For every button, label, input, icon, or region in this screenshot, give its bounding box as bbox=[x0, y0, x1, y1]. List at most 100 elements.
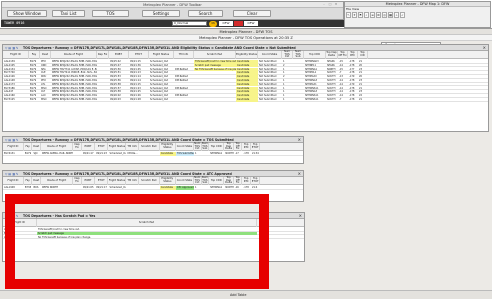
pointer-icon[interactable]: ↖ bbox=[346, 12, 351, 18]
grid-icon[interactable]: ▦ bbox=[388, 12, 393, 18]
column-header[interactable]: Flight ID bbox=[3, 143, 24, 151]
column-header[interactable]: Scratch Pad bbox=[194, 51, 236, 59]
column-header[interactable]: EOBT bbox=[109, 51, 129, 59]
column-header[interactable]: Dep Fix bbox=[73, 143, 82, 151]
column-header[interactable]: Num TOS Sub bbox=[202, 142, 210, 151]
column-header[interactable]: Top CDR bbox=[209, 143, 225, 151]
column-header[interactable]: Flight Status bbox=[108, 177, 127, 185]
column-header[interactable]: Num TOS Sub bbox=[202, 176, 210, 185]
layers-icon[interactable]: ≡ bbox=[370, 12, 375, 18]
column-header[interactable]: Top ETOT bbox=[251, 177, 261, 185]
column-header[interactable]: Coord State bbox=[176, 177, 194, 185]
column-header[interactable]: ETOT bbox=[129, 51, 149, 59]
check-icon[interactable]: ✓ bbox=[400, 12, 405, 18]
column-header[interactable]: Route of Flight bbox=[41, 143, 74, 151]
column-header[interactable]: Dest bbox=[40, 51, 51, 59]
column-header[interactable]: Top RTC bbox=[242, 143, 251, 151]
column-header[interactable]: Top Off Fix bbox=[234, 176, 243, 185]
plane-icon[interactable]: ✈ bbox=[352, 12, 357, 18]
filter-icon[interactable]: ▽ ▤ ◨ ✎ bbox=[5, 172, 18, 176]
bottom-bar: Add Table bbox=[0, 290, 492, 299]
table-cell: 09/21:17 bbox=[96, 186, 107, 189]
status-indicator[interactable]: ON bbox=[209, 20, 217, 27]
column-header[interactable]: Dest bbox=[32, 177, 41, 185]
maximize-icon[interactable]: □ bbox=[328, 3, 332, 6]
column-header[interactable]: Scratch Pad bbox=[139, 143, 160, 151]
table-cell: SPHWNA1 bbox=[210, 152, 223, 155]
table-cell bbox=[174, 98, 194, 102]
column-header[interactable]: Coord State bbox=[176, 143, 194, 151]
table-cell: 21:4 bbox=[251, 186, 258, 189]
settings-button[interactable]: Settings bbox=[142, 10, 180, 17]
column-header[interactable]: Eligibility Status bbox=[236, 51, 258, 59]
column-header[interactable]: Top Dep Delta bbox=[224, 142, 234, 151]
column-header[interactable]: Top CID bbox=[358, 51, 368, 59]
table-cell bbox=[194, 98, 236, 102]
table-cell: DM:Re... bbox=[127, 152, 138, 155]
tos-button[interactable]: TOS bbox=[92, 10, 129, 17]
taxi-list-button[interactable]: Taxi List bbox=[52, 10, 85, 17]
mode-field[interactable]: 0_Normal bbox=[172, 21, 207, 26]
table-row[interactable]: AAL1948 B738 BOS REPW NORTH 09/21:05 09/21:17… bbox=[3, 186, 303, 190]
column-header[interactable]: ETOT bbox=[95, 177, 109, 185]
column-header[interactable]: Flight Status bbox=[149, 51, 174, 59]
column-header[interactable]: TM Info bbox=[174, 51, 194, 59]
column-header[interactable]: Num TOS Cxt bbox=[194, 142, 202, 151]
column-header[interactable]: Top Off Fix bbox=[338, 51, 348, 59]
flag-icon[interactable]: ⚑ bbox=[358, 12, 363, 18]
column-header[interactable]: TM Info bbox=[127, 143, 139, 151]
settings-icon[interactable]: ⚙ bbox=[376, 12, 381, 18]
close-icon[interactable]: ✕ bbox=[334, 3, 338, 6]
show-window-button[interactable]: Show Window bbox=[7, 10, 47, 17]
column-header[interactable]: Route of Flight bbox=[51, 51, 97, 59]
column-header[interactable]: Flight Status bbox=[108, 143, 127, 151]
column-header[interactable]: TM Info bbox=[127, 177, 139, 185]
column-header[interactable]: Dep Fix bbox=[73, 177, 82, 185]
filter-icon[interactable]: ▽ ▤ ◨ ✎ bbox=[5, 138, 18, 142]
column-header[interactable]: Top CDR bbox=[209, 177, 225, 185]
column-header[interactable]: Top ETOT bbox=[251, 143, 261, 151]
column-header[interactable]: Eligibility Status bbox=[160, 143, 176, 151]
table-cell: 21 bbox=[359, 98, 363, 101]
column-header[interactable]: Top RTC bbox=[242, 177, 251, 185]
column-header[interactable]: Flight ID bbox=[3, 51, 29, 59]
filter-icon[interactable]: ▽ ▤ ◨ ✎ bbox=[5, 46, 18, 50]
column-header[interactable]: EOBT bbox=[82, 177, 96, 185]
search-button[interactable]: Search bbox=[188, 10, 223, 17]
map-menu[interactable]: File View bbox=[346, 7, 359, 11]
column-header[interactable]: Top Dep Delta bbox=[224, 176, 234, 185]
column-header[interactable]: Route of Flight bbox=[41, 177, 74, 185]
zoom-icon[interactable]: ⌕ bbox=[364, 12, 369, 18]
airport-label[interactable]: DFW bbox=[219, 21, 233, 26]
column-header[interactable]: Dep Fix bbox=[97, 51, 109, 59]
column-header[interactable]: Num TOS Sub bbox=[293, 50, 304, 59]
column-header[interactable]: Top RTC bbox=[348, 51, 358, 59]
table-row[interactable]: EGY3125 B179 MSO REPW RPXJ242 ZSLDL 5MB..HA… bbox=[3, 98, 488, 102]
column-header[interactable]: Coord State bbox=[258, 51, 282, 59]
table-cell: -178 bbox=[243, 152, 249, 155]
target-icon[interactable]: ◎ bbox=[382, 12, 387, 18]
column-header[interactable]: Top CDR bbox=[304, 51, 326, 59]
column-header[interactable]: Num TOS Cxt bbox=[282, 50, 293, 59]
column-header[interactable]: Top Dep Delta bbox=[326, 51, 338, 59]
table-row[interactable]: EGY4131 B179 SJO REPW AKENA..HAR..NORTH 09/2… bbox=[3, 152, 303, 156]
column-header[interactable]: Fay bbox=[29, 51, 40, 59]
minimize-icon[interactable]: – bbox=[322, 3, 326, 6]
column-header[interactable]: Num TOS Cxt bbox=[194, 176, 202, 185]
table-cell bbox=[293, 98, 304, 102]
ruler-icon[interactable]: ⊥ bbox=[394, 12, 399, 18]
column-header[interactable]: EOBT bbox=[82, 143, 96, 151]
column-header[interactable]: ETOT bbox=[95, 143, 109, 151]
column-header[interactable]: Eligibility Status bbox=[160, 177, 176, 185]
column-header[interactable]: Flight ID bbox=[3, 177, 24, 185]
column-header[interactable]: Scratch Pad bbox=[139, 177, 160, 185]
airport-label-2[interactable]: DFW bbox=[244, 21, 258, 26]
column-header[interactable]: Fay bbox=[24, 143, 33, 151]
add-table-button[interactable]: Add Table bbox=[230, 293, 246, 298]
column-header[interactable]: Fay bbox=[24, 177, 33, 185]
column-header[interactable]: Top Off Fix bbox=[234, 142, 243, 151]
column-header[interactable]: Dest bbox=[32, 143, 41, 151]
table-cell: 09/21:17 bbox=[82, 152, 94, 155]
clear-button[interactable]: Clear bbox=[233, 10, 271, 17]
alert-chip[interactable] bbox=[234, 21, 243, 26]
